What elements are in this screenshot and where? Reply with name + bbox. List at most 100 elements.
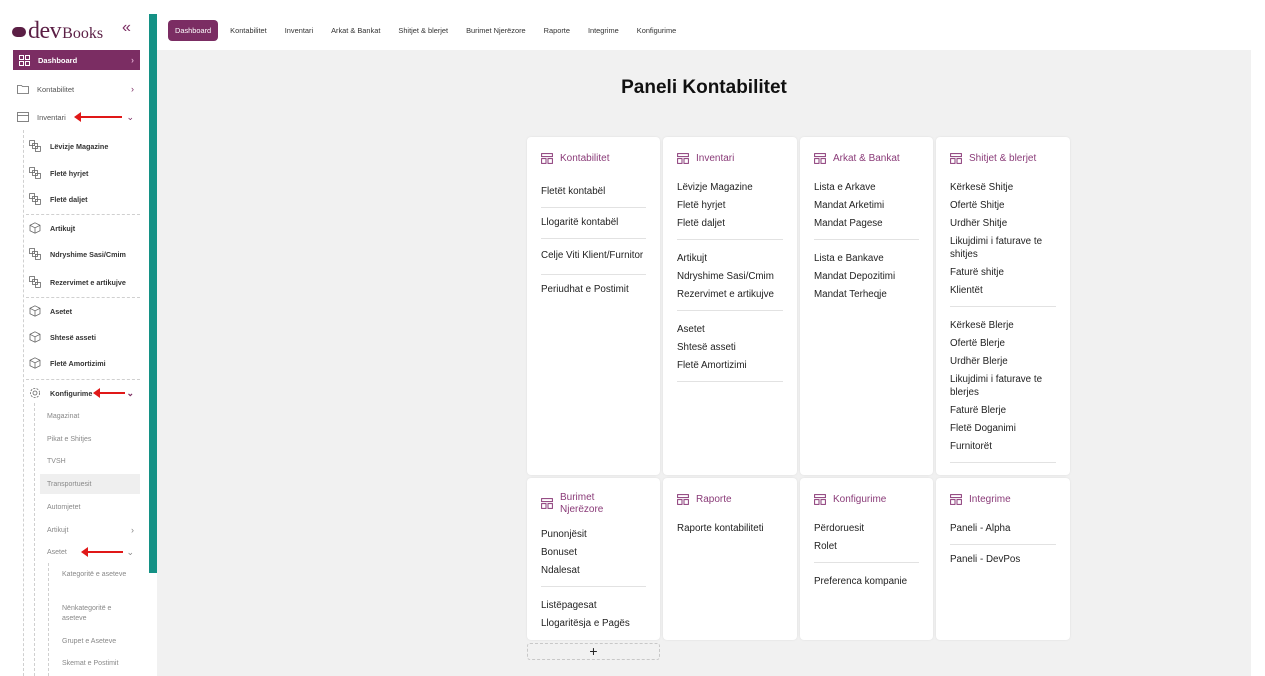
card-link[interactable]: Asetet — [677, 321, 783, 339]
topnav-tab[interactable]: Dashboard — [168, 20, 219, 41]
card-link[interactable]: Mandat Pagese — [814, 215, 919, 233]
card-link[interactable]: Lista e Arkave — [814, 179, 919, 197]
card-link[interactable]: Ofertë Blerje — [950, 335, 1056, 353]
sidebar-config-item[interactable]: Magazinat — [40, 406, 140, 426]
card-title: Arkat & Bankat — [833, 153, 900, 164]
card-link[interactable]: Mandat Arketimi — [814, 197, 919, 215]
add-card-button[interactable]: + — [527, 643, 660, 660]
card-divider — [677, 310, 783, 311]
sidebar-asset-config-label: Kategoritë e aseteve — [62, 571, 127, 578]
sidebar-subitem[interactable]: Rezervimet e artikujve — [26, 272, 140, 292]
card-link[interactable]: Shtesë asseti — [677, 339, 783, 357]
card-link[interactable]: Faturë shitje — [950, 264, 1056, 282]
card-link[interactable]: Fletët kontabël — [541, 177, 646, 208]
card-divider — [814, 239, 919, 240]
card-link[interactable]: Kërkesë Blerje — [950, 317, 1056, 335]
sidebar-subitem[interactable]: Shtesë asseti — [26, 327, 140, 347]
dashboard-grid-icon — [18, 54, 30, 66]
sidebar-subitem[interactable]: Fletë Amortizimi — [26, 353, 140, 373]
sidebar-config-item[interactable]: Pikat e Shitjes — [40, 429, 140, 449]
sidebar-subitem[interactable]: Artikujt — [26, 218, 140, 238]
card-link[interactable]: Fletë Amortizimi — [677, 357, 783, 375]
card-link[interactable]: Likujdimi i faturave te blerjes — [950, 371, 1056, 402]
sidebar-config-item[interactable]: Automjetet — [40, 497, 140, 517]
sidebar-asset-config-item[interactable]: Skemat e Postimit — [56, 659, 140, 669]
sidebar-config-item[interactable]: TVSH — [40, 451, 140, 471]
sidebar-item-label: Inventari — [37, 112, 66, 122]
card-link[interactable]: Ofertë Shitje — [950, 197, 1056, 215]
card-link[interactable]: Artikujt — [677, 250, 783, 268]
card-link[interactable]: Urdhër Shitje — [950, 215, 1056, 233]
sidebar-config-label: TVSH — [47, 457, 66, 465]
sidebar-item-label: Dashboard — [38, 55, 78, 65]
sidebar-item-kontabilitet[interactable]: Kontabilitet › — [13, 79, 140, 99]
card-link[interactable]: Likujdimi i faturave te shitjes — [950, 233, 1056, 264]
sidebar-config-item[interactable]: Artikujt › — [40, 520, 140, 540]
chevron-right-icon: › — [131, 525, 134, 535]
sidebar-config-item[interactable]: Transportuesit — [40, 474, 140, 494]
card-link[interactable]: Urdhër Blerje — [950, 353, 1056, 371]
card-link[interactable]: Përdoruesit — [814, 520, 919, 538]
card-link[interactable]: Lëvizje Magazine — [677, 179, 783, 197]
card-link[interactable]: Mandat Depozitimi — [814, 268, 919, 286]
card-header: Shitjet & blerjet — [950, 153, 1036, 164]
topnav-tab[interactable]: Burimet Njerëzore — [466, 26, 526, 35]
card-link[interactable]: Paneli - DevPos — [950, 545, 1056, 575]
card-link[interactable]: Periudhat e Postimit — [541, 275, 646, 305]
card-header: Kontabilitet — [541, 153, 609, 164]
card-link[interactable]: Rolet — [814, 538, 919, 556]
widget-icon — [677, 494, 689, 505]
card-link[interactable]: Llogaritë kontabël — [541, 208, 646, 239]
tree-line — [34, 403, 35, 676]
card-link[interactable]: Klientët — [950, 282, 1056, 300]
topnav-tab[interactable]: Konfigurime — [637, 26, 676, 35]
sidebar-subitem[interactable]: Fletë hyrjet — [26, 163, 140, 183]
card-link[interactable]: Celje Viti Klient/Furnitor — [541, 239, 646, 275]
topnav-tab[interactable]: Kontabilitet — [230, 26, 267, 35]
card-link[interactable]: Kërkesë Shitje — [950, 179, 1056, 197]
card-header: Inventari — [677, 153, 734, 164]
card-link[interactable]: Furnitorët — [950, 438, 1056, 456]
card-link[interactable]: Fletë Doganimi — [950, 420, 1056, 438]
topnav-tab[interactable]: Inventari — [285, 26, 313, 35]
card-title: Raporte — [696, 494, 732, 505]
card-link[interactable]: Raporte kontabiliteti — [677, 520, 783, 538]
card-link[interactable]: Listëpagesat — [541, 597, 646, 615]
collapse-sidebar-icon[interactable]: « — [122, 20, 131, 36]
sidebar-item-dashboard[interactable]: Dashboard › — [13, 50, 140, 70]
card-link[interactable]: Rezervimet e artikujve — [677, 286, 783, 304]
sidebar-asset-config-item[interactable]: Kategoritë e aseteve — [56, 570, 140, 580]
card-header: Integrime — [950, 494, 1011, 505]
sidebar-subitem[interactable]: Lëvizje Magazine — [26, 136, 140, 156]
annotation-arrow — [93, 388, 125, 398]
sidebar-config-label: Artikujt — [47, 526, 69, 534]
card-link[interactable]: Bonuset — [541, 544, 646, 562]
card-burimet-njerezore: Burimet Njerëzore Punonjësit Bonuset Ndale… — [527, 478, 660, 640]
card-link[interactable]: Ndryshime Sasi/Cmim — [677, 268, 783, 286]
topnav-tab[interactable]: Raporte — [544, 26, 570, 35]
topnav-tab[interactable]: Arkat & Bankat — [331, 26, 380, 35]
card-link[interactable]: Fletë daljet — [677, 215, 783, 233]
topnav-tab[interactable]: Shitjet & blerjet — [398, 26, 448, 35]
topnav-tab[interactable]: Integrime — [588, 26, 619, 35]
card-link[interactable]: Lista e Bankave — [814, 250, 919, 268]
gear-icon — [29, 387, 41, 399]
sidebar-subitem[interactable]: Asetet — [26, 301, 140, 321]
cube-icon — [29, 357, 41, 369]
card-links: Punonjësit Bonuset Ndalesat Listëpagesat Llo… — [541, 526, 646, 633]
card-link[interactable]: Mandat Terheqje — [814, 286, 919, 304]
card-link[interactable]: Punonjësit — [541, 526, 646, 544]
card-link[interactable]: Paneli - Alpha — [950, 514, 1056, 545]
card-link[interactable]: Llogaritësja e Pagës — [541, 615, 646, 633]
card-link[interactable]: Faturë Blerje — [950, 402, 1056, 420]
cube-icon — [29, 305, 41, 317]
widget-icon — [541, 153, 553, 164]
sidebar-subitem[interactable]: Ndryshime Sasi/Cmim — [26, 244, 140, 264]
devbooks-logo[interactable]: dev Books — [12, 18, 103, 44]
sidebar-asset-config-item[interactable]: Grupet e Aseteve — [56, 637, 140, 647]
card-link[interactable]: Preferenca kompanie — [814, 573, 919, 591]
card-link[interactable]: Ndalesat — [541, 562, 646, 580]
card-link[interactable]: Fletë hyrjet — [677, 197, 783, 215]
sidebar-asset-config-item[interactable]: Nënkategoritë e aseteve — [56, 604, 140, 624]
sidebar-subitem[interactable]: Fletë daljet — [26, 189, 140, 209]
